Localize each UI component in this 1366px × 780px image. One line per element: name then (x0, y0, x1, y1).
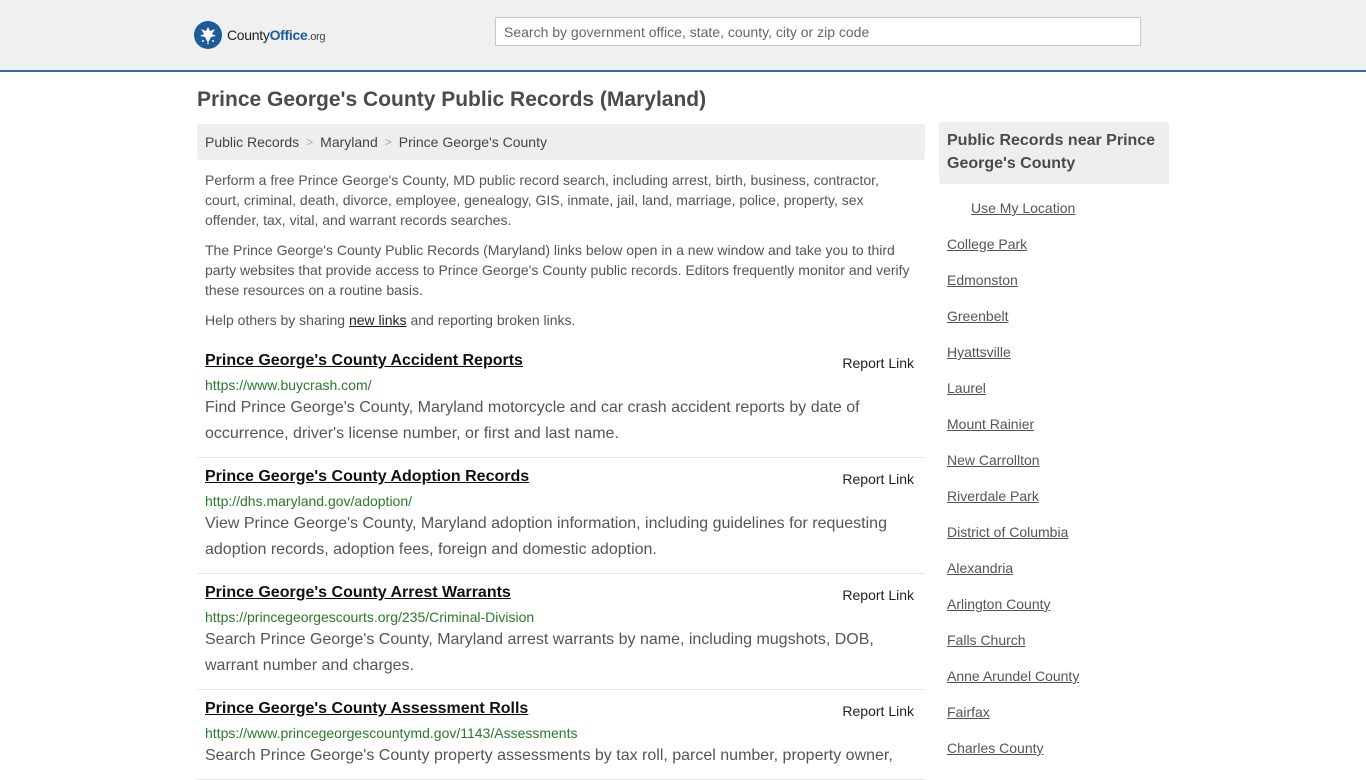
report-link-button[interactable]: Report Link (842, 471, 914, 487)
record-description: View Prince George's County, Maryland ad… (205, 515, 887, 558)
nearby-link[interactable]: Mount Rainier (939, 414, 1169, 450)
record-description: Search Prince George's County property a… (205, 747, 893, 764)
nearby-link[interactable]: Alexandria (939, 558, 1169, 594)
record-item: Prince George's County Accident Reports … (197, 342, 925, 458)
share-links-note: Help others by sharing new links and rep… (205, 312, 576, 328)
nearby-link[interactable]: Hyattsville (939, 342, 1169, 378)
nearby-link[interactable]: Fairfax (939, 702, 1169, 738)
records-list: Prince George's County Accident Reports … (197, 342, 925, 780)
nearby-link[interactable]: New Carrollton (939, 450, 1169, 486)
intro-text: Perform a free Prince George's County, M… (197, 170, 925, 330)
intro-paragraph: Perform a free Prince George's County, M… (205, 172, 879, 228)
nearby-link[interactable]: Laurel (939, 378, 1169, 414)
record-title-link[interactable]: Prince George's County Adoption Records (205, 467, 529, 487)
intro-paragraph: The Prince George's County Public Record… (205, 242, 910, 298)
site-logo[interactable]: CountyOffice.org (194, 20, 326, 50)
breadcrumb-public-records[interactable]: Public Records (205, 134, 299, 150)
report-link-button[interactable]: Report Link (842, 703, 914, 719)
report-link-button[interactable]: Report Link (842, 587, 914, 603)
record-url: http://dhs.maryland.gov/adoption/ (205, 493, 413, 509)
nearby-link[interactable]: Arlington County (939, 594, 1169, 630)
breadcrumb-separator: > (306, 135, 314, 149)
search-input[interactable] (495, 17, 1141, 46)
eagle-seal-icon (194, 21, 222, 49)
record-url: https://princegeorgescourts.org/235/Crim… (205, 609, 535, 625)
breadcrumb-separator: > (384, 135, 392, 149)
record-item: Prince George's County Arrest Warrants R… (197, 574, 925, 690)
sidebar-heading: Public Records near Prince George's Coun… (939, 122, 1169, 184)
nearby-link[interactable]: Anne Arundel County (939, 666, 1169, 702)
record-description: Find Prince George's County, Maryland mo… (205, 399, 860, 442)
record-title-link[interactable]: Prince George's County Assessment Rolls (205, 699, 528, 719)
page-title: Prince George's County Public Records (M… (197, 88, 707, 111)
nearby-records-sidebar: Public Records near Prince George's Coun… (939, 122, 1169, 774)
logo-wordmark: CountyOffice.org (227, 27, 326, 43)
breadcrumb: Public Records > Maryland > Prince Georg… (197, 124, 925, 160)
nearby-link[interactable]: Edmonston (939, 270, 1169, 306)
record-description: Search Prince George's County, Maryland … (205, 631, 874, 674)
record-item: Prince George's County Assessment Rolls … (197, 690, 925, 780)
record-url: https://www.princegeorgescountymd.gov/11… (205, 725, 578, 741)
nearby-links-list: Use My Location College Park Edmonston G… (939, 198, 1169, 774)
main-content: Public Records > Maryland > Prince Georg… (197, 124, 925, 780)
use-my-location-link[interactable]: Use My Location (939, 198, 1169, 234)
nearby-link[interactable]: College Park (939, 234, 1169, 270)
record-url: https://www.buycrash.com/ (205, 377, 372, 393)
nearby-link[interactable]: Greenbelt (939, 306, 1169, 342)
nearby-link[interactable]: Riverdale Park (939, 486, 1169, 522)
nearby-link[interactable]: District of Columbia (939, 522, 1169, 558)
site-header: CountyOffice.org (0, 0, 1366, 72)
breadcrumb-maryland[interactable]: Maryland (320, 134, 378, 150)
breadcrumb-prince-georges-county[interactable]: Prince George's County (399, 134, 547, 150)
nearby-link[interactable]: Charles County (939, 738, 1169, 774)
record-title-link[interactable]: Prince George's County Arrest Warrants (205, 583, 511, 603)
nearby-link[interactable]: Falls Church (939, 630, 1169, 666)
record-title-link[interactable]: Prince George's County Accident Reports (205, 351, 523, 371)
report-link-button[interactable]: Report Link (842, 355, 914, 371)
record-item: Prince George's County Adoption Records … (197, 458, 925, 574)
new-links-link[interactable]: new links (349, 312, 407, 328)
